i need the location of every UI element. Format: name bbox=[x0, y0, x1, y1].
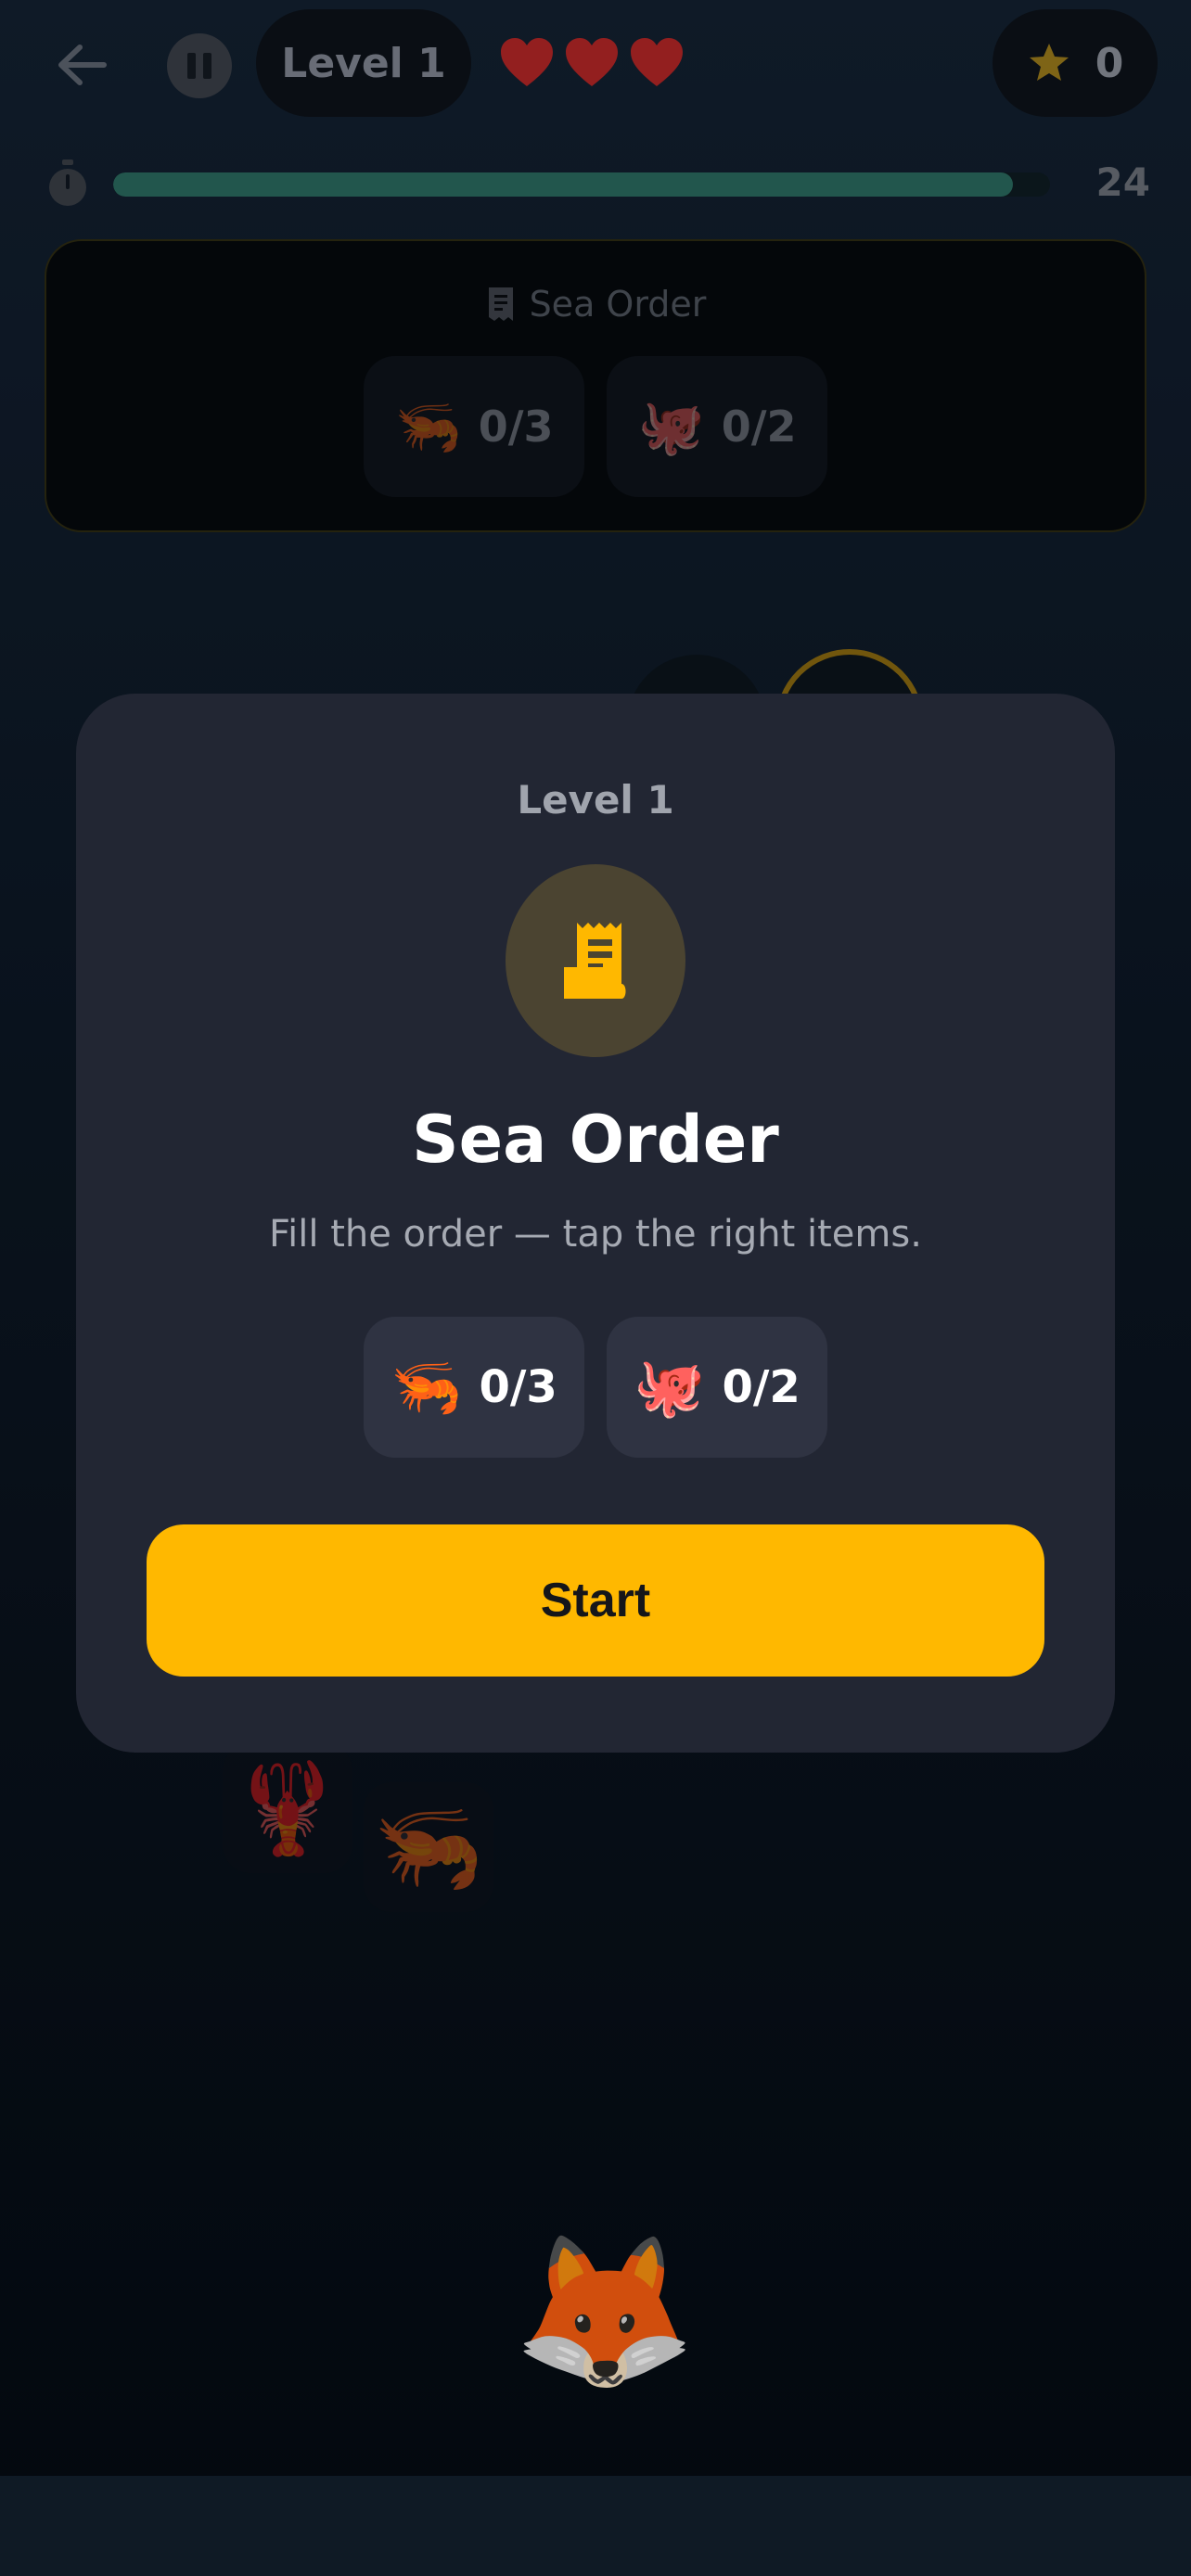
level-intro-modal: Level 1 Sea Order Fill the order — tap t… bbox=[76, 694, 1115, 1753]
modal-order-items: 🦐 0/3 🐙 0/2 bbox=[76, 1317, 1115, 1458]
start-button-label: Start bbox=[540, 1574, 651, 1627]
order-item: 🐙 0/2 bbox=[607, 1317, 827, 1458]
start-button[interactable]: Start bbox=[147, 1524, 1044, 1677]
octopus-icon: 🐙 bbox=[634, 1353, 706, 1421]
order-item: 🦐 0/3 bbox=[364, 1317, 584, 1458]
modal-title: Sea Order bbox=[412, 1102, 779, 1178]
game-screen: Level 1 0 24 Sea Order 🦐 0/3 🐙 0/2 🦞 🦐 🦊… bbox=[0, 0, 1191, 2576]
modal-level-label: Level 1 bbox=[517, 777, 674, 823]
modal-icon-badge bbox=[506, 864, 685, 1057]
modal-subtitle: Fill the order — tap the right items. bbox=[269, 1213, 922, 1256]
receipt-icon bbox=[564, 923, 626, 999]
shrimp-icon: 🦐 bbox=[391, 1353, 463, 1421]
order-item-progress: 0/3 bbox=[479, 1361, 557, 1413]
order-item-progress: 0/2 bbox=[722, 1361, 800, 1413]
